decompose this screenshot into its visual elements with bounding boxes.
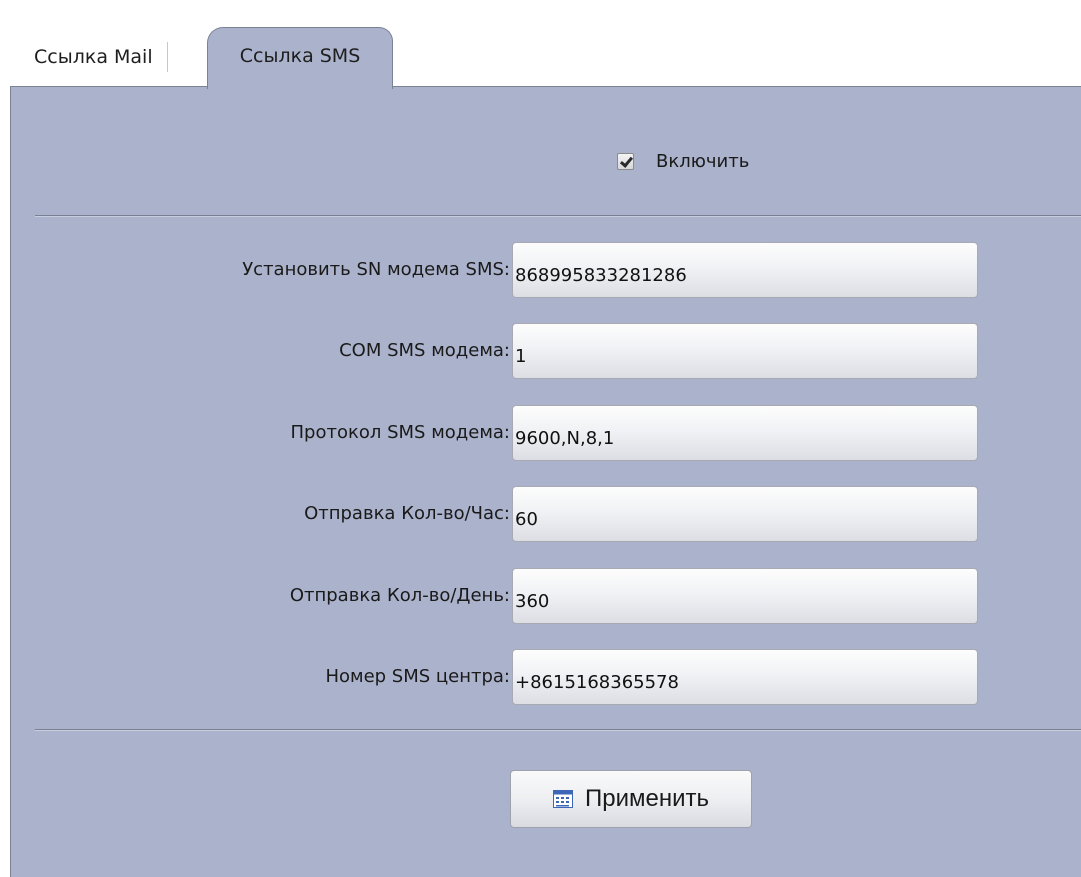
- send-per-day-input[interactable]: [512, 568, 978, 624]
- sms-settings-panel: Включить Установить SN модема SMS: COM S…: [10, 86, 1081, 877]
- send-per-day-label: Отправка Кол-во/День:: [289, 585, 510, 606]
- keyboard-icon: [552, 790, 573, 808]
- field-send-per-hour: Отправка Кол-во/Час:: [11, 486, 1081, 542]
- send-per-hour-input[interactable]: [512, 486, 978, 542]
- modem-sn-input[interactable]: [512, 242, 978, 298]
- top-divider: [35, 215, 1081, 217]
- sms-center-input[interactable]: [512, 649, 978, 705]
- field-sms-center: Номер SMS центра:: [11, 649, 1081, 705]
- enable-label: Включить: [656, 150, 750, 172]
- sms-settings-window: Ссылка Mail Ссылка SMS Включить Установи…: [0, 0, 1081, 877]
- tab-bar: Ссылка Mail Ссылка SMS: [0, 0, 1081, 89]
- modem-com-label: COM SMS модема:: [339, 340, 510, 361]
- field-modem-protocol: Протокол SMS модема:: [11, 405, 1081, 461]
- field-modem-com: COM SMS модема:: [11, 323, 1081, 379]
- tab-mail-link[interactable]: Ссылка Mail: [20, 42, 168, 72]
- modem-sn-label: Установить SN модема SMS:: [242, 259, 510, 280]
- enable-checkbox[interactable]: [617, 152, 634, 170]
- field-send-per-day: Отправка Кол-во/День:: [11, 568, 1081, 624]
- sms-center-label: Номер SMS центра:: [325, 666, 510, 687]
- modem-protocol-label: Протокол SMS модема:: [290, 422, 510, 443]
- bottom-divider: [35, 729, 1081, 731]
- field-modem-sn: Установить SN модема SMS:: [11, 242, 1081, 298]
- tab-sms-link[interactable]: Ссылка SMS: [207, 27, 393, 89]
- send-per-hour-label: Отправка Кол-во/Час:: [304, 503, 510, 524]
- enable-checkbox-row[interactable]: Включить: [617, 146, 749, 176]
- apply-button-label: Применить: [584, 785, 709, 812]
- modem-protocol-input[interactable]: [512, 405, 978, 461]
- apply-button[interactable]: Применить: [510, 770, 752, 828]
- modem-com-input[interactable]: [512, 323, 978, 379]
